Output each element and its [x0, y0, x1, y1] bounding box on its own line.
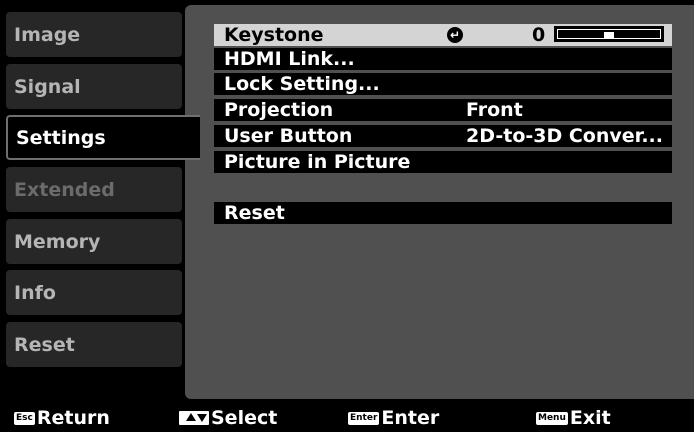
hdmi-link-row[interactable]: HDMI Link...	[214, 48, 672, 70]
keystone-slider-track	[557, 29, 661, 39]
user-button-row[interactable]: User Button 2D-to-3D Conver...	[214, 125, 672, 147]
picture-in-picture-row[interactable]: Picture in Picture	[214, 151, 672, 173]
keystone-label: Keystone	[224, 24, 324, 46]
nav-item-settings[interactable]: Settings	[6, 115, 200, 160]
nav-item-info[interactable]: Info	[6, 270, 182, 315]
user-button-value: 2D-to-3D Conver...	[466, 125, 663, 147]
select-hint: Select	[179, 404, 277, 432]
enter-hint: Enter Enter	[348, 404, 439, 432]
projector-menu: Image Signal Settings Extended Memory In…	[0, 0, 694, 432]
return-label: Return	[36, 407, 110, 429]
lock-setting-label: Lock Setting...	[224, 73, 380, 95]
reset-row[interactable]: Reset	[214, 202, 672, 224]
projection-label: Projection	[224, 99, 334, 121]
esc-key-icon: Esc	[14, 411, 35, 425]
arrow-keys-icon	[179, 411, 209, 425]
exit-hint: Menu Exit	[536, 404, 611, 432]
footer-hints: Esc Return Select Enter Enter Menu Exit	[0, 404, 694, 432]
select-label: Select	[211, 407, 278, 429]
picture-in-picture-label: Picture in Picture	[224, 151, 411, 173]
nav-item-reset[interactable]: Reset	[6, 322, 182, 367]
exit-label: Exit	[569, 407, 611, 429]
enter-key-icon: Enter	[348, 411, 380, 425]
nav-item-image[interactable]: Image	[6, 12, 182, 57]
projection-row[interactable]: Projection Front	[214, 99, 672, 121]
enter-arrow-icon: ↵	[447, 27, 463, 43]
keystone-value: 0	[532, 24, 546, 46]
keystone-slider-knob[interactable]	[604, 32, 614, 38]
nav-item-memory[interactable]: Memory	[6, 219, 182, 264]
user-button-label: User Button	[224, 125, 353, 147]
menu-key-icon: Menu	[536, 411, 568, 425]
settings-panel: Keystone ↵ 0 HDMI Link... Lock Setting..…	[185, 5, 694, 399]
keystone-row[interactable]: Keystone ↵ 0	[214, 24, 672, 46]
lock-setting-row[interactable]: Lock Setting...	[214, 73, 672, 95]
return-hint: Esc Return	[14, 404, 110, 432]
reset-label: Reset	[224, 202, 285, 224]
hdmi-link-label: HDMI Link...	[224, 48, 355, 70]
enter-label: Enter	[381, 407, 440, 429]
nav-item-signal[interactable]: Signal	[6, 64, 182, 109]
nav-item-extended[interactable]: Extended	[6, 167, 182, 212]
projection-value: Front	[466, 99, 523, 121]
keystone-slider[interactable]	[554, 26, 664, 42]
